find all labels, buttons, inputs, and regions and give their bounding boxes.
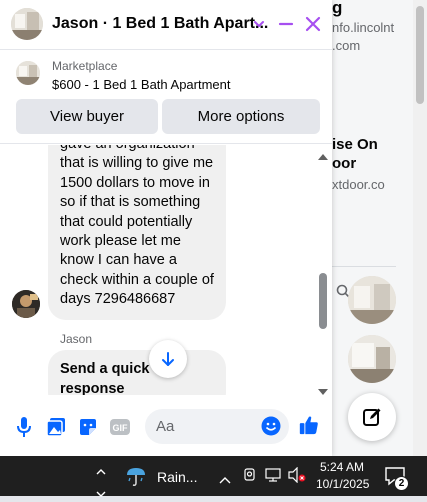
listing-thumbnail [16, 61, 40, 85]
view-buyer-button[interactable]: View buyer [16, 99, 158, 134]
chevron-down-icon[interactable] [248, 13, 270, 35]
emoji-icon[interactable] [261, 416, 281, 441]
chat-scrollbar-thumb[interactable] [319, 273, 327, 329]
bg-link-fragment[interactable]: .com [332, 38, 360, 53]
taskbar-scroll-down-icon[interactable] [96, 484, 106, 502]
arrow-down-icon [162, 352, 174, 366]
contact-avatar[interactable] [348, 335, 396, 383]
bg-heading-fragment: g [332, 0, 343, 17]
clock-date[interactable]: 10/1/2025 [316, 477, 369, 491]
chat-header: Jason · 1 Bed 1 Bath Apart... [0, 0, 332, 50]
thumbs-up-icon[interactable] [298, 414, 320, 436]
weather-rain-icon[interactable] [124, 464, 148, 493]
new-message-button[interactable] [348, 393, 396, 441]
chat-window: Jason · 1 Bed 1 Bath Apart... Marketplac… [0, 0, 332, 456]
page-scrollbar-thumb[interactable] [416, 6, 424, 104]
minimize-icon[interactable] [275, 13, 297, 35]
bg-heading-fragment: oor [332, 155, 357, 172]
bg-heading-fragment: ise On [332, 136, 378, 153]
message-list: gave an organization that is willing to … [0, 145, 332, 395]
compose-icon [363, 408, 381, 426]
page-scrollbar[interactable] [413, 0, 427, 456]
quick-response-bubble[interactable]: Send a quick response [48, 350, 226, 395]
network-icon[interactable] [265, 467, 281, 488]
bg-link-fragment[interactable]: xtdoor.co [332, 177, 385, 192]
listing-title[interactable]: $600 - 1 Bed 1 Bath Apartment [52, 77, 231, 92]
message-bubble: gave an organization that is willing to … [48, 145, 226, 320]
message-input[interactable]: Aa [145, 409, 289, 444]
microphone-icon[interactable] [13, 416, 35, 438]
close-icon[interactable] [302, 13, 324, 35]
chevron-up-icon[interactable] [219, 471, 231, 489]
more-options-button[interactable]: More options [162, 99, 320, 134]
taskbar: Rain... 5:24 AM 10/1/2025 2 [0, 456, 427, 497]
volume-muted-icon[interactable] [288, 466, 306, 488]
chat-avatar[interactable] [11, 8, 43, 40]
photo-icon[interactable] [45, 416, 67, 438]
sender-name: Jason [60, 332, 93, 346]
meet-now-icon[interactable] [243, 467, 257, 488]
divider [332, 266, 396, 267]
chat-title[interactable]: Jason · 1 Bed 1 Bath Apart... [52, 15, 268, 33]
listing-label: Marketplace [52, 59, 118, 73]
message-input-placeholder: Aa [156, 418, 175, 435]
chat-scrollbar[interactable] [316, 145, 330, 395]
notification-count: 2 [398, 478, 405, 489]
bg-link-fragment[interactable]: nfo.lincolnt [332, 20, 394, 35]
contact-avatar[interactable] [348, 276, 396, 324]
sticker-icon[interactable] [77, 416, 99, 438]
gif-icon[interactable]: GIF [109, 416, 131, 438]
scroll-to-bottom-button[interactable] [149, 340, 187, 378]
weather-label[interactable]: Rain... [157, 469, 197, 485]
listing-banner: Marketplace $600 - 1 Bed 1 Bath Apartmen… [0, 50, 332, 144]
notification-badge: 2 [394, 476, 409, 491]
svg-text:GIF: GIF [113, 423, 129, 433]
notification-icon[interactable]: 2 [384, 464, 410, 491]
clock-time[interactable]: 5:24 AM [320, 460, 364, 474]
taskbar-scroll-up-icon[interactable] [96, 462, 106, 480]
sender-avatar[interactable] [12, 290, 40, 318]
